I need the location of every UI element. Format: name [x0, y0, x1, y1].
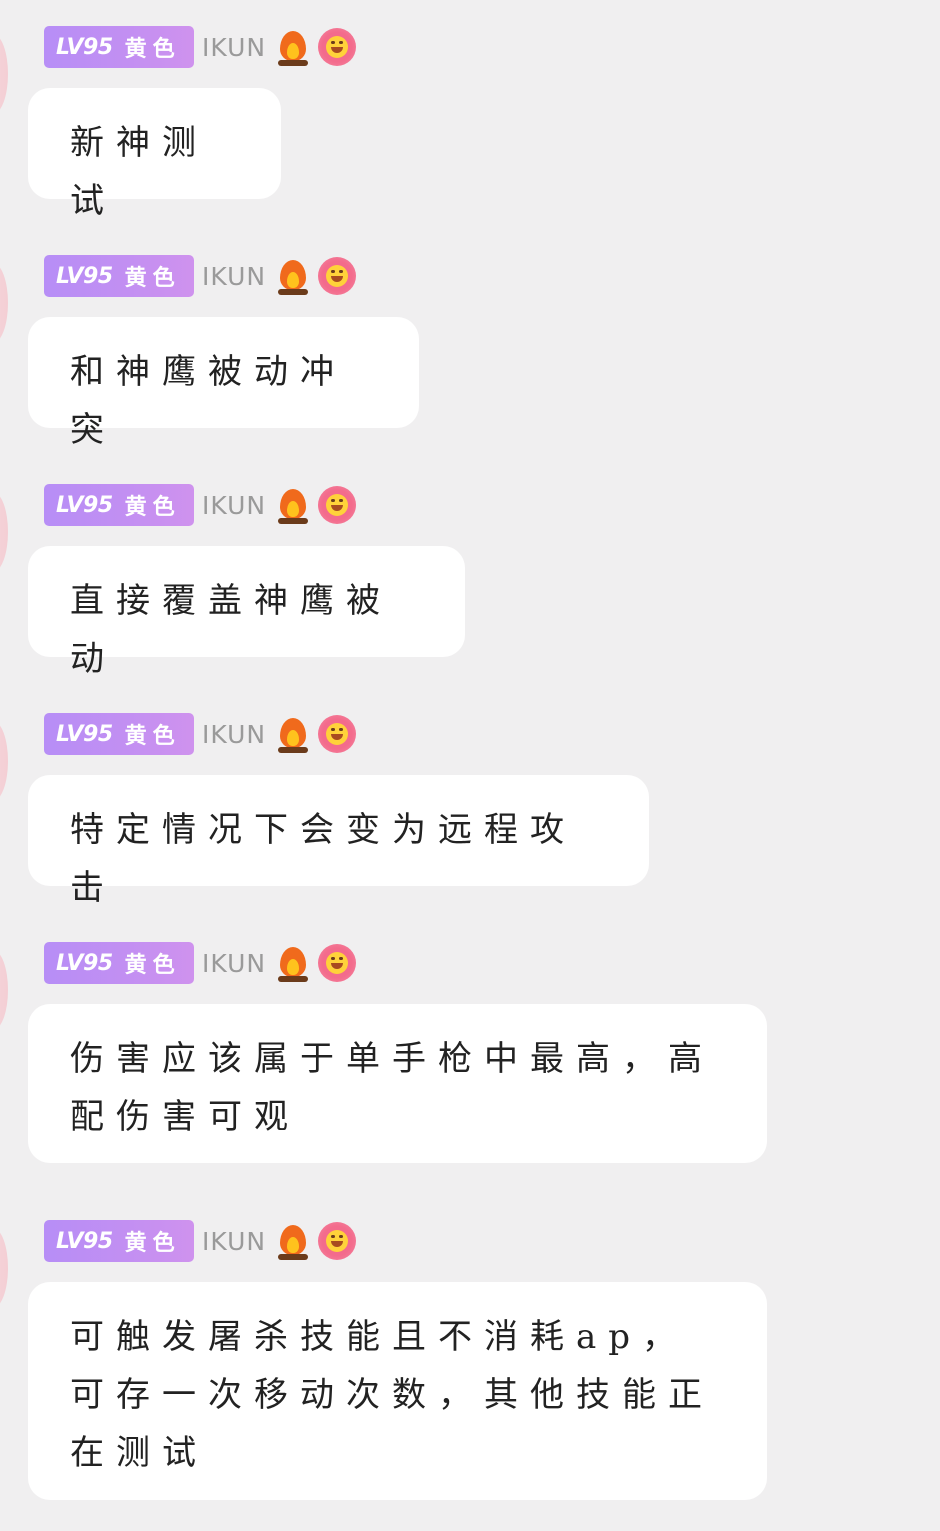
username[interactable]: IKUN	[202, 33, 266, 62]
smiling-flower-icon	[318, 486, 357, 524]
username[interactable]: IKUN	[202, 720, 266, 749]
badge-level: LV95	[56, 721, 113, 747]
level-badge: LV95 黄色	[44, 942, 194, 984]
message-bubble[interactable]: 特定情况下会变为远程攻击	[28, 775, 649, 908]
username[interactable]: IKUN	[202, 262, 266, 291]
badge-level: LV95	[56, 950, 113, 976]
username[interactable]: IKUN	[202, 1227, 266, 1256]
fire-icon	[278, 256, 309, 296]
message-header: LV95 黄色 IKUN	[44, 26, 357, 68]
badge-level: LV95	[56, 34, 113, 60]
level-badge: LV95 黄色	[44, 26, 194, 68]
badge-level: LV95	[56, 1228, 113, 1254]
message-bubble[interactable]: 新神测试	[28, 88, 281, 221]
fire-icon	[278, 943, 309, 983]
message-bubble[interactable]: 直接覆盖神鹰被动	[28, 546, 465, 679]
fire-icon	[278, 485, 309, 525]
avatar[interactable]	[0, 950, 8, 1030]
message-header: LV95 黄色 IKUN	[44, 1220, 357, 1262]
level-badge: LV95 黄色	[44, 713, 194, 755]
avatar[interactable]	[0, 1228, 8, 1308]
message-header: LV95 黄色 IKUN	[44, 484, 357, 526]
message-header: LV95 黄色 IKUN	[44, 255, 357, 297]
badge-tag: 黄色	[124, 494, 181, 520]
fire-icon	[278, 1221, 309, 1261]
message-bubble[interactable]: 和神鹰被动冲突	[28, 317, 419, 450]
message-bubble[interactable]: 伤害应该属于单手枪中最高，高配伤害可观	[28, 1004, 767, 1163]
smiling-flower-icon	[318, 944, 357, 982]
avatar[interactable]	[0, 721, 8, 801]
message-header: LV95 黄色 IKUN	[44, 942, 357, 984]
level-badge: LV95 黄色	[44, 1220, 194, 1262]
badge-tag: 黄色	[124, 1230, 181, 1256]
avatar[interactable]	[0, 263, 8, 343]
badge-level: LV95	[56, 492, 113, 518]
smiling-flower-icon	[318, 257, 357, 295]
username[interactable]: IKUN	[202, 949, 266, 978]
badge-tag: 黄色	[124, 265, 181, 291]
smiling-flower-icon	[318, 715, 357, 753]
badge-tag: 黄色	[124, 952, 181, 978]
badge-level: LV95	[56, 263, 113, 289]
fire-icon	[278, 27, 309, 67]
level-badge: LV95 黄色	[44, 255, 194, 297]
avatar[interactable]	[0, 34, 8, 114]
username[interactable]: IKUN	[202, 491, 266, 520]
chat-message-list: LV95 黄色 IKUN 新神测试 LV95 黄色 IKUN 和神鹰被动冲突 L…	[0, 0, 940, 1531]
badge-tag: 黄色	[124, 36, 181, 62]
avatar[interactable]	[0, 492, 8, 572]
message-bubble[interactable]: 可触发屠杀技能且不消耗ap，可存一次移动次数，其他技能正在测试	[28, 1282, 767, 1500]
level-badge: LV95 黄色	[44, 484, 194, 526]
smiling-flower-icon	[318, 1222, 357, 1260]
smiling-flower-icon	[318, 28, 357, 66]
message-header: LV95 黄色 IKUN	[44, 713, 357, 755]
fire-icon	[278, 714, 309, 754]
badge-tag: 黄色	[124, 723, 181, 749]
